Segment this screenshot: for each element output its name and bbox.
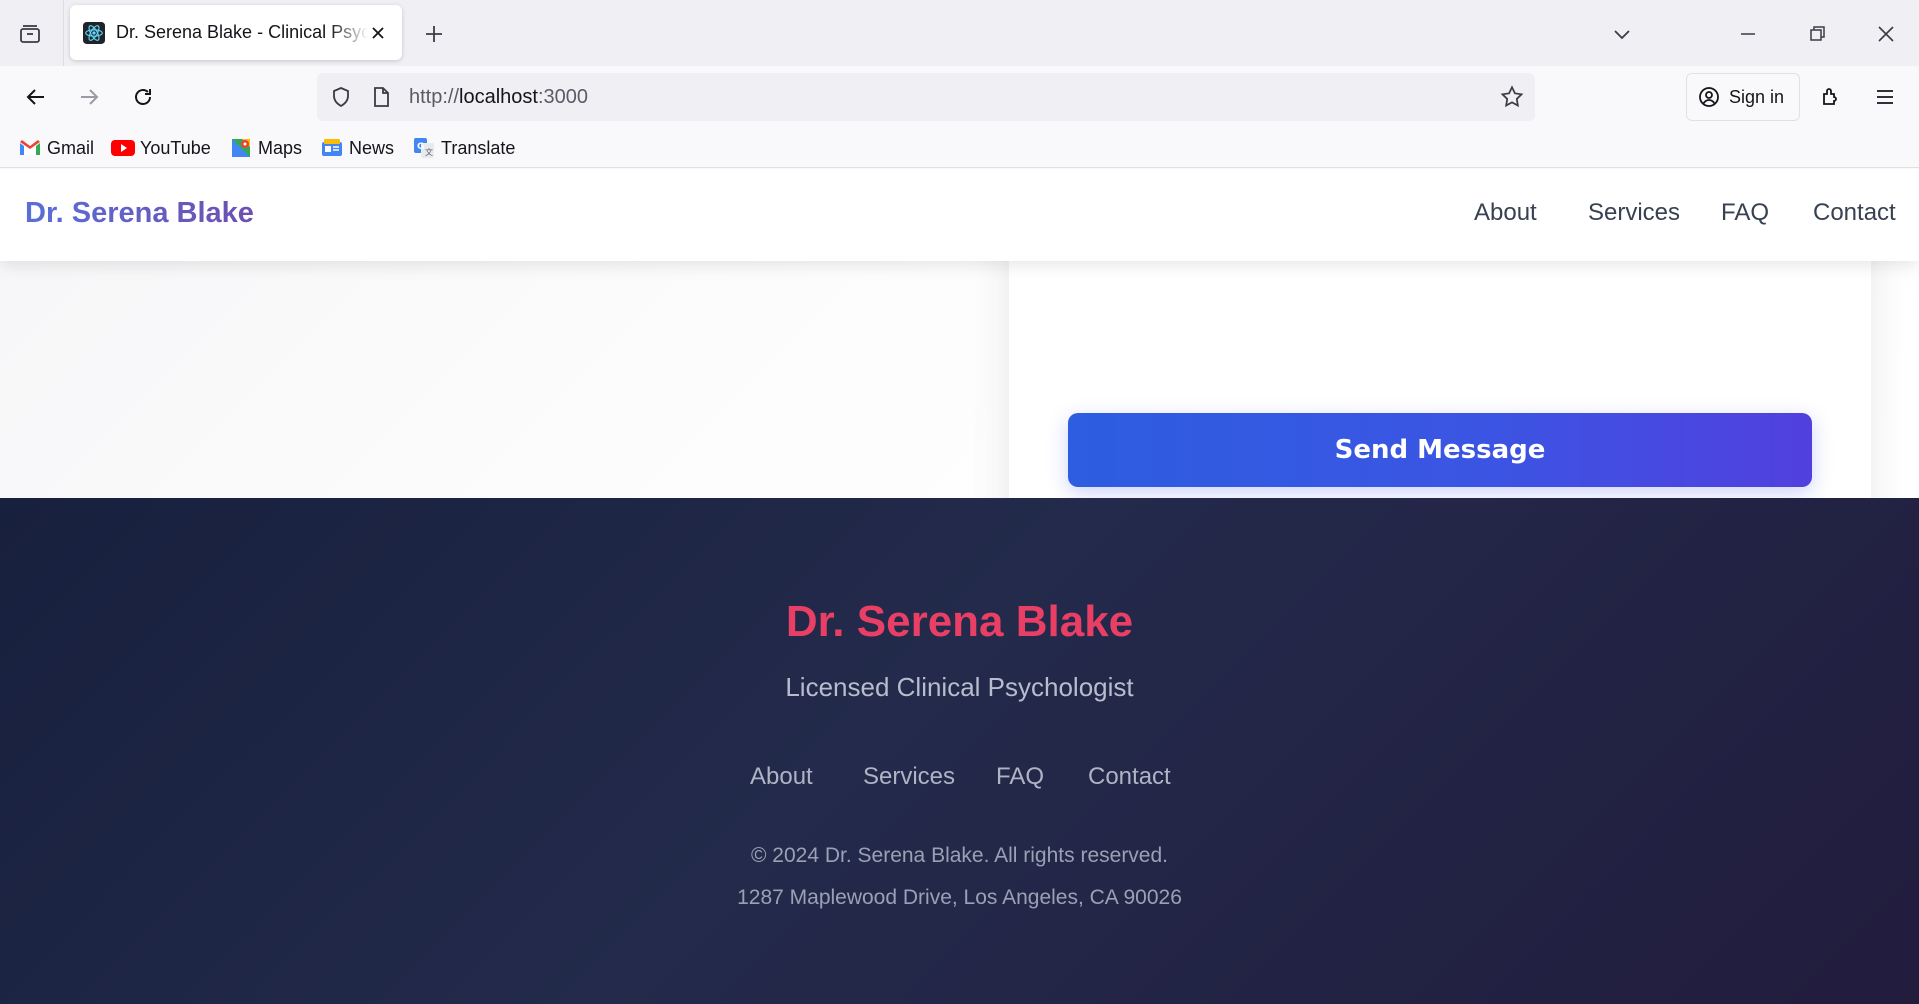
send-message-label: Send Message (1334, 435, 1546, 465)
minimize-icon[interactable] (1730, 16, 1766, 52)
restore-icon[interactable] (1799, 16, 1835, 52)
page-viewport: Send Message Dr. Serena Blake About Serv… (0, 169, 1919, 1004)
page-icon[interactable] (369, 85, 393, 114)
url-host: localhost (459, 86, 538, 108)
footer-link-faq[interactable]: FAQ (996, 763, 1044, 791)
shield-icon[interactable] (329, 85, 353, 114)
tab-title: Dr. Serena Blake - Clinical Psychologist (116, 22, 368, 42)
bookmark-star-icon[interactable] (1499, 84, 1525, 115)
browser-tab-bar: Dr. Serena Blake - Clinical Psychologist (0, 0, 1919, 66)
footer-address: 1287 Maplewood Drive, Los Angeles, CA 90… (737, 886, 1182, 909)
nav-link-contact[interactable]: Contact (1813, 199, 1896, 227)
footer-link-services[interactable]: Services (863, 763, 955, 791)
url-text[interactable]: http://localhost:3000 (409, 86, 588, 109)
svg-text:G: G (417, 142, 424, 152)
footer-copyright: © 2024 Dr. Serena Blake. All rights rese… (750, 844, 1169, 867)
bookmark-news[interactable]: News (320, 135, 394, 161)
menu-icon[interactable] (1866, 78, 1904, 116)
footer-subtitle: Licensed Clinical Psychologist (785, 672, 1134, 702)
bookmark-label: Maps (258, 137, 303, 158)
nav-link-services[interactable]: Services (1588, 199, 1680, 227)
bookmark-translate[interactable]: G文 Translate (412, 135, 515, 161)
nav-link-about[interactable]: About (1474, 199, 1537, 227)
youtube-icon (111, 136, 135, 160)
tab-separator (63, 0, 64, 66)
url-scheme: http:// (409, 86, 460, 108)
site-footer: Dr. Serena Blake Licensed Clinical Psych… (0, 498, 1919, 1004)
react-icon (82, 21, 106, 45)
footer-link-about[interactable]: About (750, 763, 813, 791)
send-message-button[interactable]: Send Message (1068, 413, 1812, 487)
browser-toolbar: http://localhost:3000 Sign in (0, 66, 1919, 128)
footer-link-contact[interactable]: Contact (1088, 763, 1171, 791)
sign-in-button[interactable]: Sign in (1686, 73, 1800, 121)
tab-list-icon[interactable] (14, 18, 46, 50)
gmail-icon (18, 136, 42, 160)
maps-icon (229, 136, 253, 160)
bookmark-label: Gmail (47, 137, 95, 158)
address-bar[interactable]: http://localhost:3000 (317, 73, 1535, 121)
site-header: Dr. Serena Blake About Services FAQ Cont… (0, 169, 1919, 261)
close-window-icon[interactable] (1868, 16, 1904, 52)
footer-name: Dr. Serena Blake (785, 597, 1134, 646)
back-arrow-icon[interactable] (17, 78, 55, 116)
bookmark-label: Translate (441, 137, 516, 158)
account-icon (1697, 85, 1721, 109)
forward-arrow-icon[interactable] (70, 78, 108, 116)
browser-tab[interactable]: Dr. Serena Blake - Clinical Psychologist (70, 5, 402, 60)
bookmarks-toolbar: Gmail YouTube Maps News G文 Translate (0, 128, 1919, 168)
nav-link-faq[interactable]: FAQ (1721, 199, 1769, 227)
news-icon (320, 136, 344, 160)
sign-in-label: Sign in (1729, 86, 1785, 107)
bookmark-youtube[interactable]: YouTube (111, 135, 211, 161)
bookmark-label: YouTube (140, 137, 211, 158)
site-brand[interactable]: Dr. Serena Blake (25, 197, 254, 230)
svg-text:文: 文 (425, 147, 433, 157)
new-tab-icon[interactable] (418, 18, 450, 50)
reload-icon[interactable] (124, 78, 162, 116)
extensions-icon[interactable] (1812, 78, 1850, 116)
bookmark-maps[interactable]: Maps (229, 135, 302, 161)
bookmark-label: News (349, 137, 395, 158)
list-all-tabs-chevron-icon[interactable] (1604, 16, 1640, 52)
translate-icon: G文 (412, 136, 436, 160)
close-tab-icon[interactable] (366, 21, 390, 45)
url-port: :3000 (537, 86, 589, 108)
bookmark-gmail[interactable]: Gmail (18, 135, 94, 161)
